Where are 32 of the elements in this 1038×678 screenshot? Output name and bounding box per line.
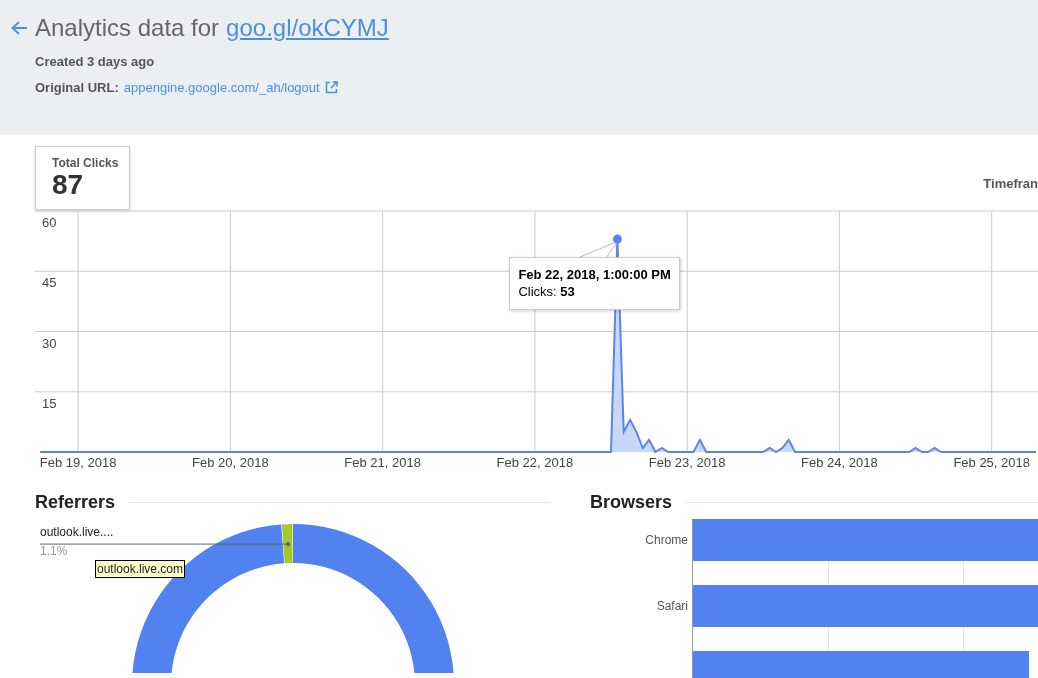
slice-label: outlook.live....	[40, 525, 114, 539]
section-title: Browsers	[590, 492, 673, 513]
total-clicks-label: Total Clicks	[52, 156, 120, 170]
x-axis-label: Feb 24, 2018	[801, 455, 878, 470]
x-axis-label: Feb 21, 2018	[344, 455, 421, 470]
short-link[interactable]: goo.gl/okCYMJ	[226, 14, 389, 42]
slice-percent: 1.1%	[40, 544, 68, 558]
tooltip-value: Clicks: 53	[518, 283, 576, 301]
y-axis-label: 45	[42, 275, 57, 291]
x-axis-label: Feb 20, 2018	[192, 455, 269, 470]
data-point[interactable]	[612, 234, 622, 244]
y-axis-label: 30	[42, 335, 57, 351]
page-title: Analytics data for	[35, 14, 220, 42]
x-axis-label: Feb 25, 2018	[953, 455, 1030, 470]
bar-label: Safari	[655, 599, 688, 613]
created-text: Created 3 days ago	[35, 54, 156, 69]
tooltip-title: Feb 22, 2018, 1:00:00 PM	[518, 266, 671, 284]
x-axis-label: Feb 22, 2018	[496, 455, 574, 470]
donut-slice[interactable]	[281, 524, 293, 564]
timeframe-label: Timefran	[983, 176, 1038, 191]
back-arrow-icon[interactable]	[10, 20, 28, 36]
y-axis-label: 15	[42, 395, 57, 411]
x-axis-label: Feb 19, 2018	[39, 455, 117, 470]
original-url-label: Original URL:	[35, 80, 119, 95]
external-link-icon[interactable]	[324, 81, 338, 94]
y-axis-label: 60	[42, 215, 57, 230]
original-url-link[interactable]: appengine.google.com/_ah/logout	[123, 80, 320, 95]
x-axis-label: Feb 23, 2018	[648, 455, 726, 470]
bar-label: Chrome	[644, 533, 688, 547]
total-clicks-value: 87	[52, 170, 85, 200]
slice-tooltip: outlook.live.com	[95, 560, 186, 578]
section-title: Referrers	[35, 492, 116, 513]
